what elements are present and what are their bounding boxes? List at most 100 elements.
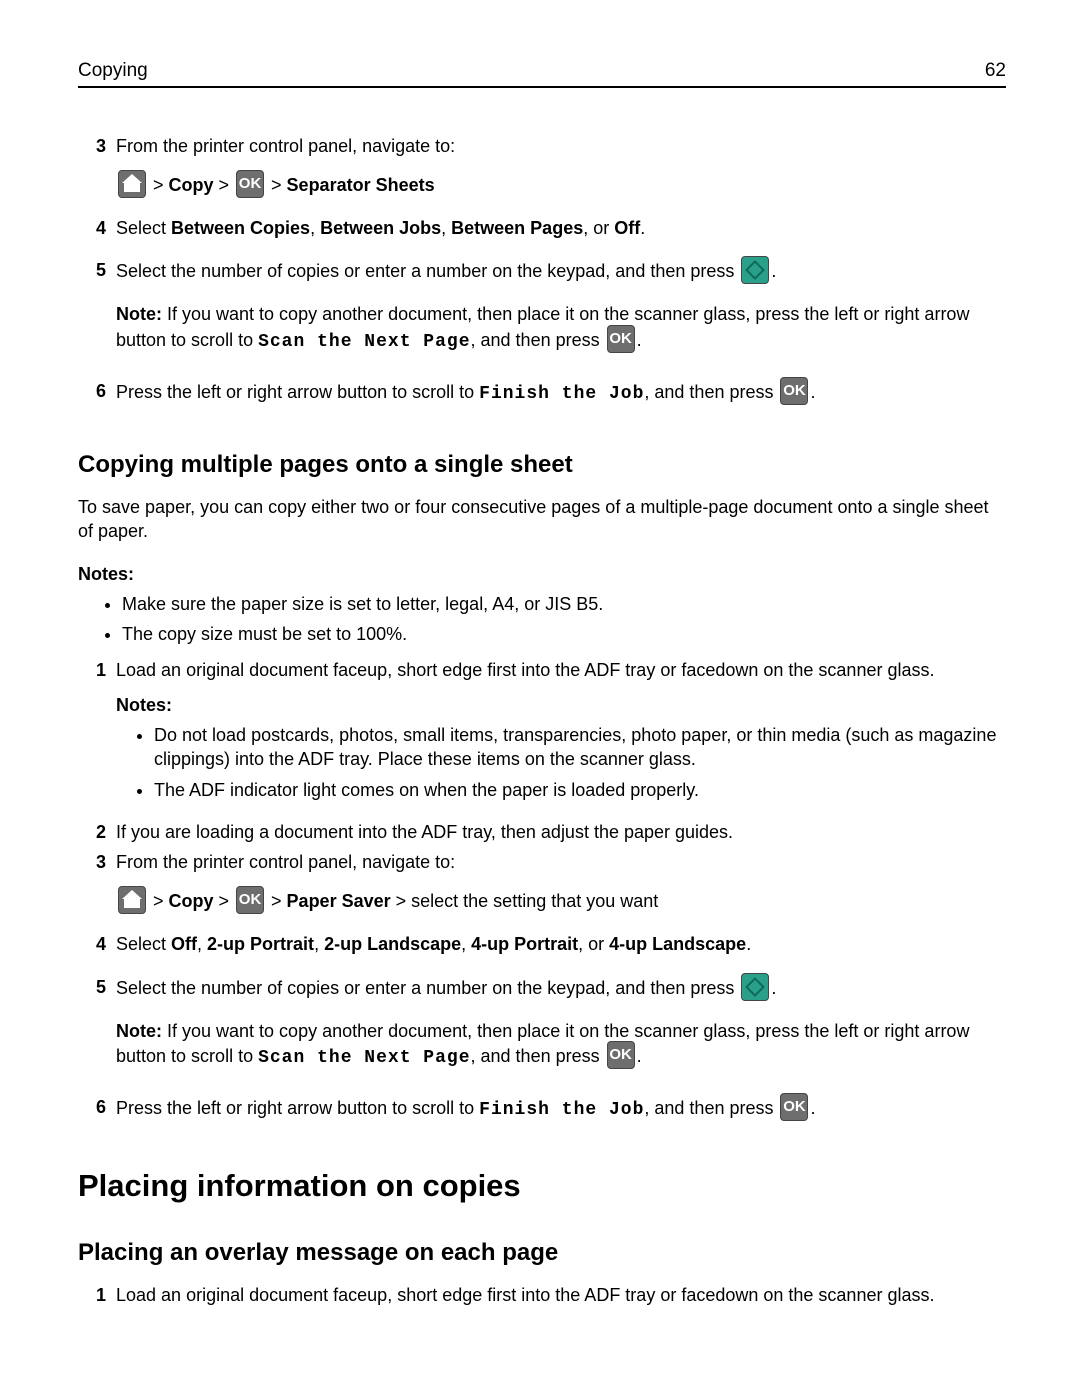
heading-1: Placing information on copies: [78, 1165, 1006, 1207]
note-label: Note:: [116, 1021, 167, 1041]
step-body: If you are loading a document into the A…: [116, 820, 1006, 844]
path-item: Separator Sheets: [287, 175, 435, 195]
home-icon: [118, 170, 146, 198]
step: 3 From the printer control panel, naviga…: [78, 134, 1006, 210]
notes-label: Notes:: [78, 562, 1006, 586]
home-icon: [118, 886, 146, 914]
txt: ,: [461, 934, 471, 954]
step-body: Load an original document faceup, short …: [116, 1283, 1006, 1307]
txt: .: [810, 1098, 815, 1118]
path-item: Paper Saver: [287, 891, 391, 911]
step-number: 4: [78, 932, 116, 956]
ok-icon: OK: [607, 1041, 635, 1069]
path-sep: >: [266, 891, 287, 911]
path-sep: >: [266, 175, 287, 195]
path-item: Copy: [169, 175, 214, 195]
section-title: Copying: [78, 58, 148, 84]
txt: ,: [310, 218, 320, 238]
txt: , and then press: [471, 329, 605, 349]
opt: Between Copies: [171, 218, 310, 238]
ok-icon: OK: [236, 886, 264, 914]
paragraph: To save paper, you can copy either two o…: [78, 495, 1006, 544]
ok-icon: OK: [236, 170, 264, 198]
ok-icon: OK: [780, 1093, 808, 1121]
step-text: From the printer control panel, navigate…: [116, 134, 1006, 158]
opt: Off: [614, 218, 640, 238]
step-body: Select Between Copies, Between Jobs, Bet…: [116, 216, 1006, 240]
ok-icon: OK: [780, 377, 808, 405]
step-body: Press the left or right arrow button to …: [116, 379, 1006, 407]
txt: , and then press: [471, 1046, 605, 1066]
heading-2: Placing an overlay message on each page: [78, 1237, 1006, 1269]
txt: .: [771, 261, 776, 281]
page-header: Copying 62: [78, 58, 1006, 88]
list-item: The ADF indicator light comes on when th…: [154, 778, 1006, 802]
opt: 2‑up Portrait: [207, 934, 314, 954]
note-label: Note:: [116, 304, 167, 324]
step-number: 3: [78, 850, 116, 926]
step: 5 Select the number of copies or enter a…: [78, 975, 1006, 1075]
txt: Select the number of copies or enter a n…: [116, 978, 739, 998]
display-text: Finish the Job: [479, 383, 644, 403]
step: 4 Select Off, 2‑up Portrait, 2‑up Landsc…: [78, 932, 1006, 956]
txt: Load an original document faceup, short …: [116, 658, 1006, 682]
step-number: 6: [78, 1095, 116, 1123]
path-sep: >: [214, 175, 235, 195]
txt: Select: [116, 934, 171, 954]
step: 5 Select the number of copies or enter a…: [78, 258, 1006, 358]
path-sep: >: [148, 175, 169, 195]
txt: .: [637, 1046, 642, 1066]
step-number: 1: [78, 1283, 116, 1307]
txt: .: [637, 329, 642, 349]
opt: Between Pages: [451, 218, 583, 238]
nav-path: > Copy > OK > Separator Sheets: [116, 172, 1006, 200]
step-body: From the printer control panel, navigate…: [116, 850, 1006, 926]
list-item: Do not load postcards, photos, small ite…: [154, 723, 1006, 772]
txt: ,: [314, 934, 324, 954]
txt: Select: [116, 218, 171, 238]
txt: , and then press: [644, 381, 778, 401]
txt: ,: [197, 934, 207, 954]
page-number: 62: [985, 58, 1006, 84]
step-number: 2: [78, 820, 116, 844]
ok-icon: OK: [607, 325, 635, 353]
txt: Press the left or right arrow button to …: [116, 381, 479, 401]
path-sep: >: [148, 891, 169, 911]
step-number: 5: [78, 258, 116, 358]
list-item: The copy size must be set to 100%.: [122, 622, 1006, 646]
opt: Between Jobs: [320, 218, 441, 238]
heading-2: Copying multiple pages onto a single she…: [78, 449, 1006, 481]
step: 4 Select Between Copies, Between Jobs, B…: [78, 216, 1006, 240]
page: Copying 62 3 From the printer control pa…: [0, 0, 1080, 1374]
display-text: Scan the Next Page: [258, 331, 470, 351]
opt: 4‑up Portrait: [471, 934, 578, 954]
txt: .: [810, 381, 815, 401]
txt: ,: [441, 218, 451, 238]
step: 3 From the printer control panel, naviga…: [78, 850, 1006, 926]
step-body: Select the number of copies or enter a n…: [116, 975, 1006, 1075]
step-number: 1: [78, 658, 116, 813]
txt: From the printer control panel, navigate…: [116, 850, 1006, 874]
display-text: Scan the Next Page: [258, 1048, 470, 1068]
txt: , or: [583, 218, 614, 238]
notes-list: Do not load postcards, photos, small ite…: [116, 723, 1006, 802]
step: 1 Load an original document faceup, shor…: [78, 1283, 1006, 1307]
txt: > select the setting that you want: [391, 891, 659, 911]
txt: Press the left or right arrow button to …: [116, 1098, 479, 1118]
step-number: 6: [78, 379, 116, 407]
note: Note: If you want to copy another docume…: [116, 302, 1006, 354]
step-body: Press the left or right arrow button to …: [116, 1095, 1006, 1123]
step-number: 4: [78, 216, 116, 240]
note: Note: If you want to copy another docume…: [116, 1019, 1006, 1071]
txt: , and then press: [644, 1098, 778, 1118]
txt: .: [771, 978, 776, 998]
opt: 2‑up Landscape: [324, 934, 461, 954]
opt: Off: [171, 934, 197, 954]
step-number: 5: [78, 975, 116, 1075]
step-body: Select Off, 2‑up Portrait, 2‑up Landscap…: [116, 932, 1006, 956]
notes-list: Make sure the paper size is set to lette…: [78, 592, 1006, 647]
notes-label: Notes:: [116, 693, 1006, 717]
txt: , or: [578, 934, 609, 954]
step-body: From the printer control panel, navigate…: [116, 134, 1006, 210]
path-sep: >: [214, 891, 235, 911]
